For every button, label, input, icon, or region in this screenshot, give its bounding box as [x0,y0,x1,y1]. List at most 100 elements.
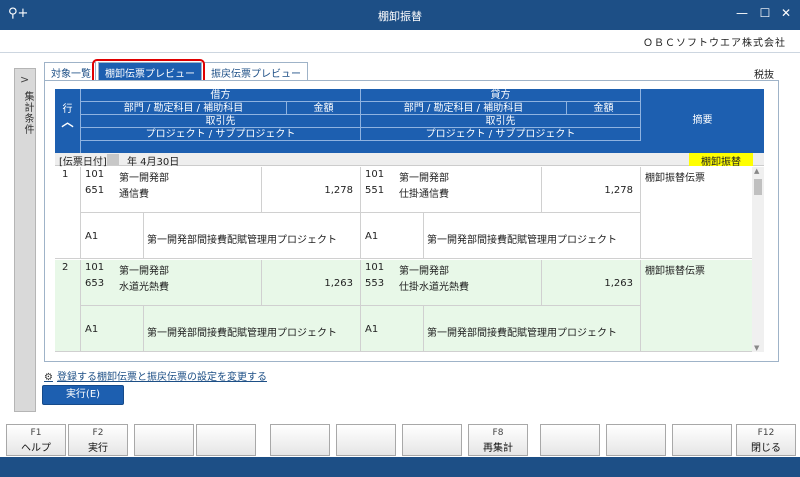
f3-button[interactable] [134,424,194,456]
credit-project-code: A1 [365,231,379,242]
credit-account-code: 553 [365,278,385,289]
table-header: 行 ︿ 借方 貸方 摘要 部門 / 勘定科目 / 補助科目 金額 部門 / 勘定… [55,89,764,153]
debit-account-code: 653 [85,278,105,289]
window-title: 棚卸振替 [378,10,422,23]
debit-header: 借方 [81,89,361,102]
fkey-label [197,428,255,439]
row-col-header[interactable]: 行 ︿ [55,89,81,153]
credit-dept-code: 101 [365,169,385,180]
settings-link[interactable]: ⚙ 登録する棚卸伝票と振戻伝票の設定を変更する [44,368,267,383]
credit-dept-account-header: 部門 / 勘定科目 / 補助科目 [361,102,567,115]
scroll-up-icon[interactable]: ▲ [754,167,759,175]
credit-project-name: 第一開発部間接費配賦管理用プロジェクト [427,328,617,339]
f1-help-button[interactable]: F1 ヘルプ [6,424,66,456]
debit-dept-code: 101 [85,262,105,273]
summary-text: 棚卸振替伝票 [645,173,705,184]
minimize-button[interactable]: — [732,6,752,24]
debit-amount-header: 金額 [287,102,361,115]
vertical-scrollbar[interactable]: ▲ ▼ [752,167,764,352]
title-bar: ⚲+ 棚卸振替 — ☐ ✕ [0,0,800,30]
fkey-label [135,428,193,439]
debit-dept-code: 101 [85,169,105,180]
row-number: 1 [62,169,69,180]
debit-dept-name: 第一開発部 [119,173,169,184]
f11-button[interactable] [672,424,732,456]
function-key-bar: F1 ヘルプ F2 実行 F8 再集計 F12 閉じる [0,424,800,456]
tab-target-list[interactable]: 対象一覧 [44,62,96,80]
maximize-button[interactable]: ☐ [755,6,775,24]
gear-icon: ⚙ [44,372,53,383]
chevron-right-icon[interactable]: > [20,73,29,86]
debit-amount: 1,263 [324,278,353,289]
f12-close-button[interactable]: F12 閉じる [736,424,796,456]
f10-button[interactable] [606,424,666,456]
header-divider [0,52,800,53]
fkey-label [673,428,731,439]
f5-button[interactable] [270,424,330,456]
era-field [107,154,119,165]
f7-button[interactable] [402,424,462,456]
debit-project-name: 第一開発部間接費配賦管理用プロジェクト [147,235,337,246]
debit-dept-name: 第一開発部 [119,266,169,277]
fkey-name: ヘルプ [21,443,51,454]
debit-amount: 1,278 [324,185,353,196]
credit-amount: 1,263 [604,278,633,289]
summary-text: 棚卸振替伝票 [645,266,705,277]
summary-header: 摘要 [692,115,713,126]
debit-partner-header: 取引先 [81,115,361,128]
debit-account-name: 水道光熱費 [119,282,169,293]
fkey-label [607,428,665,439]
fkey-label: F8 [492,428,504,438]
side-panel-label: 集計条件 [22,91,33,135]
voucher-date-row: [伝票日付] 年 4月30日 棚卸振替 [55,153,764,168]
credit-partner-header: 取引先 [361,115,641,128]
row-number: 2 [62,262,69,273]
fkey-label: F12 [757,428,775,438]
run-button[interactable]: 実行(E) [42,385,124,405]
table-row[interactable]: 1 101 第一開発部 651 通信費 1,278 101 第一開発部 551 … [55,167,752,259]
credit-amount-header: 金額 [567,102,641,115]
credit-account-name: 仕掛水道光熱費 [399,282,469,293]
debit-project-code: A1 [85,231,99,242]
debit-account-code: 651 [85,185,105,196]
debit-project-name: 第一開発部間接費配賦管理用プロジェクト [147,328,337,339]
scroll-thumb[interactable] [754,179,762,195]
fkey-label [541,428,599,439]
close-button[interactable]: ✕ [776,6,796,24]
credit-header: 貸方 [361,89,641,102]
fkey-label [403,428,461,439]
credit-account-name: 仕掛通信費 [399,189,449,200]
credit-amount: 1,278 [604,185,633,196]
credit-project-header: プロジェクト / サブプロジェクト [361,128,641,141]
voucher-date-value: 年 4月30日 [127,157,180,168]
credit-project-code: A1 [365,324,379,335]
voucher-body: 1 101 第一開発部 651 通信費 1,278 101 第一開発部 551 … [55,167,752,352]
f8-recalculate-button[interactable]: F8 再集計 [468,424,528,456]
inventory-transfer-badge: 棚卸振替 [689,153,753,168]
f2-run-button[interactable]: F2 実行 [68,424,128,456]
tax-mode-label: 税抜 [754,70,774,81]
sort-up-icon[interactable]: ︿ [55,116,80,129]
debit-project-header: プロジェクト / サブプロジェクト [81,128,361,141]
fkey-label [271,428,329,439]
f9-button[interactable] [540,424,600,456]
table-row[interactable]: 2 101 第一開発部 653 水道光熱費 1,263 101 第一開発部 55… [55,260,752,352]
debit-account-name: 通信費 [119,189,149,200]
f4-button[interactable] [196,424,256,456]
settings-link-label[interactable]: 登録する棚卸伝票と振戻伝票の設定を変更する [57,372,267,383]
fkey-label: F2 [92,428,104,438]
f6-button[interactable] [336,424,396,456]
debit-project-code: A1 [85,324,99,335]
scroll-down-icon[interactable]: ▼ [754,344,759,352]
conditions-side-panel[interactable]: > 集計条件 [14,68,36,412]
status-bar [0,457,800,477]
credit-dept-code: 101 [365,262,385,273]
tab-reversal-preview[interactable]: 振戻伝票プレビュー [204,62,308,80]
credit-account-code: 551 [365,185,385,196]
fkey-label [337,428,395,439]
fkey-name: 再集計 [483,443,513,454]
fkey-name: 閉じる [751,443,781,454]
fkey-name: 実行 [88,443,108,454]
credit-dept-name: 第一開発部 [399,173,449,184]
company-name: ＯＢＣソフトウエア株式会社 [643,38,786,49]
